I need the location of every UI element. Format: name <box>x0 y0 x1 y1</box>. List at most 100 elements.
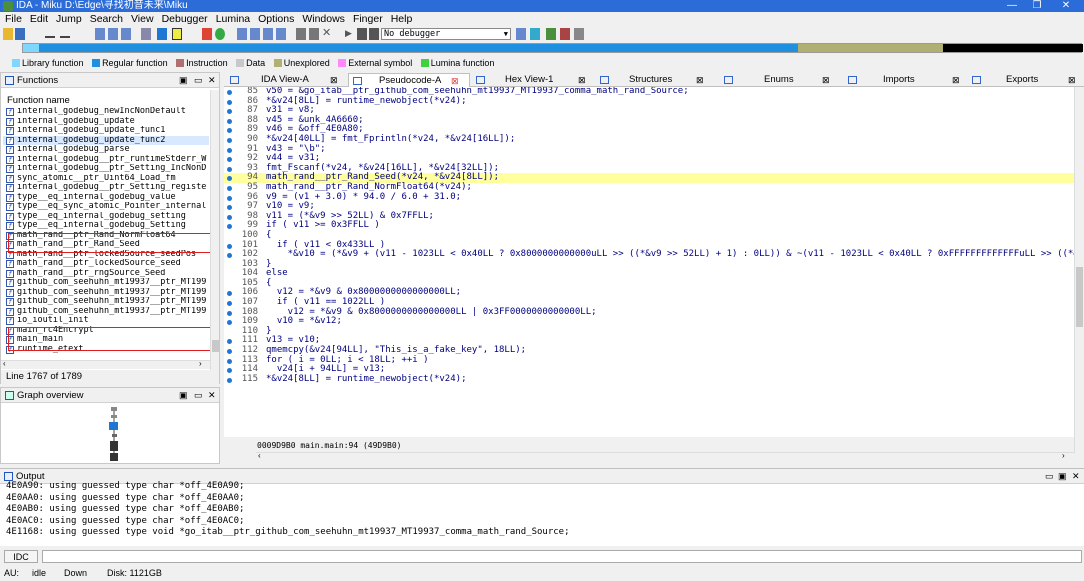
edit-icon[interactable] <box>309 28 319 40</box>
tab-exports[interactable]: Exports ⊠ <box>968 73 1082 87</box>
menu-windows[interactable]: Windows <box>298 12 349 27</box>
panel-close-icon[interactable]: ✕ <box>208 73 216 88</box>
code-line[interactable]: 110} <box>224 326 1074 337</box>
scroll-right-icon[interactable]: › <box>199 359 202 368</box>
panel-float-icon[interactable]: ▣ <box>179 388 188 403</box>
debugger-select[interactable]: No debugger ▼ <box>381 28 511 40</box>
tab-close-icon[interactable]: ⊠ <box>451 74 459 88</box>
cancel-icon[interactable]: ✕ <box>322 28 332 40</box>
function-list-item[interactable]: f internal_godebug__ptr_runtimeStderr_W <box>3 155 209 165</box>
code-line[interactable]: 90 *&v24[40LL] = fmt_Fprintln(*v24, *&v24… <box>224 134 1074 145</box>
down-arrow-icon[interactable] <box>157 28 167 40</box>
code-line[interactable]: 96 v9 = (v1 + 3.0) * 94.0 / 6.0 + 31.0; <box>224 192 1074 203</box>
forward-icon[interactable] <box>60 30 70 38</box>
binary-icon[interactable] <box>141 28 151 40</box>
minimize-icon[interactable]: — <box>1002 0 1022 12</box>
function-list-item[interactable]: f internal_godebug_update_func2 <box>3 135 209 145</box>
xref-icon[interactable] <box>263 28 273 40</box>
tab-close-icon[interactable]: ⊠ <box>578 73 586 87</box>
panel-restore-icon[interactable]: ▭ <box>194 73 203 88</box>
tab-ida-view[interactable]: IDA View-A ⊠ <box>226 73 346 87</box>
tab-close-icon[interactable]: ⊠ <box>330 73 338 87</box>
scroll-left-icon[interactable]: ‹ <box>3 359 6 368</box>
function-list-item[interactable]: f io_ioutil_init <box>3 316 209 326</box>
tab-imports[interactable]: Imports ⊠ <box>844 73 966 87</box>
function-list-item[interactable]: f type__eq_sync_atomic_Pointer_internal <box>3 202 209 212</box>
close-icon[interactable]: ✕ <box>1056 0 1076 12</box>
tab-close-icon[interactable]: ⊠ <box>696 73 704 87</box>
debug-attach-icon[interactable] <box>530 28 540 40</box>
menu-jump[interactable]: Jump <box>52 12 86 27</box>
stop-icon[interactable] <box>202 28 212 40</box>
functions-scrollbar[interactable] <box>210 90 219 370</box>
panel-close-icon[interactable]: ✕ <box>1072 469 1080 484</box>
code-line[interactable]: 86 *&v24[8LL] = runtime_newobject(*v24); <box>224 96 1074 107</box>
function-list-item[interactable]: f sync_atomic__ptr_Uint64_Load_fm <box>3 174 209 184</box>
navigate-icon[interactable] <box>95 28 105 40</box>
lumina-pull-icon[interactable] <box>574 28 584 40</box>
pseudocode-view[interactable]: 85 v50 = &go_itab__ptr_github_com_seehuhn… <box>224 87 1074 437</box>
function-list-item[interactable]: f type__eq_internal_godebug_value <box>3 193 209 203</box>
scroll-left-icon[interactable]: ‹ <box>258 451 261 460</box>
function-list-item[interactable]: f internal_godebug_update <box>3 117 209 127</box>
function-name-column[interactable]: Function name <box>7 95 70 106</box>
paste-icon[interactable] <box>121 28 131 40</box>
code-line[interactable]: 91 v43 = "\b"; <box>224 144 1074 155</box>
function-list-item[interactable]: f github_com_seehuhn_mt19937__ptr_MT199 <box>3 297 209 307</box>
scrollbar-thumb[interactable] <box>212 340 219 352</box>
play-icon[interactable]: ▶ <box>345 28 355 40</box>
code-line[interactable]: 102 *&v10 = (*&v9 + (v11 - 1023LL < 0x40… <box>224 249 1074 260</box>
maximize-icon[interactable]: ❐ <box>1027 0 1047 12</box>
function-list-item[interactable]: f math_rand__ptr_lockedSource_seed <box>3 259 209 269</box>
function-list-item[interactable]: f internal_godebug__ptr_Setting_registe <box>3 183 209 193</box>
panel-close-icon[interactable]: ✕ <box>208 388 216 403</box>
code-line[interactable]: 108 v12 = *&v9 & 0x8000000000000000LL | … <box>224 307 1074 318</box>
struct-icon[interactable] <box>237 28 247 40</box>
command-input[interactable] <box>42 550 1082 563</box>
function-list-item[interactable]: f github_com_seehuhn_mt19937__ptr_MT199 <box>3 288 209 298</box>
function-list-item[interactable]: f internal_godebug_newIncNonDefault <box>3 107 209 117</box>
tab-pseudocode[interactable]: Pseudocode-A ⊠ <box>348 73 470 87</box>
panel-float-icon[interactable]: ▣ <box>179 73 188 88</box>
code-line[interactable]: 104 else <box>224 269 1074 279</box>
function-list-item[interactable]: f type__eq_internal_godebug_Setting <box>3 221 209 231</box>
code-line[interactable]: 109 v10 = *&v12; <box>224 317 1074 327</box>
code-line[interactable]: 115 *&v24[8LL] = runtime_newobject(*v24); <box>224 374 1074 385</box>
tab-close-icon[interactable]: ⊠ <box>1068 73 1076 87</box>
tab-hex-view[interactable]: Hex View-1 ⊠ <box>472 73 594 87</box>
stop-debug-icon[interactable] <box>369 28 379 40</box>
code-hscrollbar[interactable]: ‹ › <box>256 451 1074 461</box>
menu-debugger[interactable]: Debugger <box>158 12 212 27</box>
tab-close-icon[interactable]: ⊠ <box>952 73 960 87</box>
copy-icon[interactable] <box>108 28 118 40</box>
tab-close-icon[interactable]: ⊠ <box>822 73 830 87</box>
scrollbar-thumb[interactable] <box>1076 267 1083 327</box>
lumina-push-icon[interactable] <box>560 28 570 40</box>
function-list-item[interactable]: f github_com_seehuhn_mt19937__ptr_MT199 <box>3 278 209 288</box>
menu-view[interactable]: View <box>127 12 158 27</box>
tab-enums[interactable]: Enums ⊠ <box>720 73 842 87</box>
function-list-item[interactable]: f internal_godebug_parse <box>3 145 209 155</box>
menu-help[interactable]: Help <box>387 12 417 27</box>
code-line[interactable]: 99 if ( v11 >= 0x3FFLL ) <box>224 221 1074 231</box>
menu-file[interactable]: File <box>0 12 26 27</box>
function-list-item[interactable]: f internal_godebug_update_func1 <box>3 126 209 136</box>
graph-thumbnail[interactable] <box>101 405 131 463</box>
lumina-icon[interactable] <box>546 28 556 40</box>
function-list-item[interactable]: f github_com_seehuhn_mt19937__ptr_MT199 <box>3 307 209 317</box>
open-icon[interactable] <box>3 28 13 40</box>
menu-lumina[interactable]: Lumina <box>212 12 254 27</box>
function-list-item[interactable]: f internal_godebug__ptr_Setting_IncNonD <box>3 164 209 174</box>
patch-icon[interactable] <box>296 28 306 40</box>
idc-language-button[interactable]: IDC <box>4 550 38 563</box>
menu-search[interactable]: Search <box>86 12 127 27</box>
code-line[interactable]: 103} <box>224 259 1074 270</box>
tab-structures[interactable]: Structures ⊠ <box>596 73 718 87</box>
navigation-band[interactable] <box>22 43 1083 53</box>
go-icon[interactable] <box>215 28 225 40</box>
menu-finger[interactable]: Finger <box>349 12 387 27</box>
code-vscrollbar[interactable] <box>1074 87 1083 453</box>
function-list-item[interactable]: f type__eq_internal_godebug_setting <box>3 212 209 222</box>
panel-restore-icon[interactable]: ▭ <box>194 388 203 403</box>
scroll-right-icon[interactable]: › <box>1062 451 1065 460</box>
